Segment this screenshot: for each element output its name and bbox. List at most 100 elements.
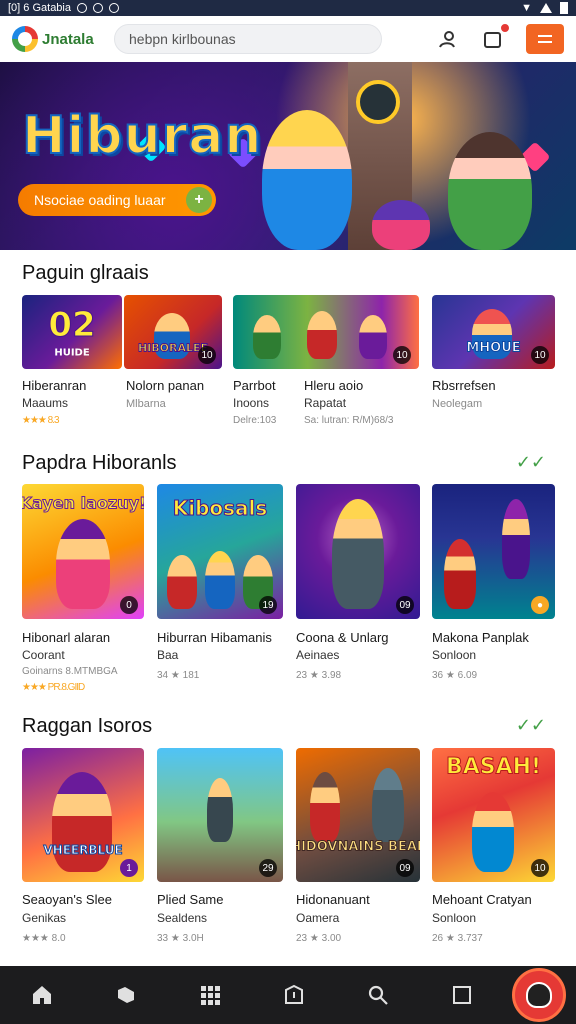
game-meta: 23 ★ 3.98 <box>296 670 342 681</box>
game-thumbnail[interactable]: VHEERBLUE 1 <box>22 748 144 882</box>
app-header: Jnatala hebpn kirlbounas <box>0 16 576 62</box>
game-meta: 23 ★ 3.00 <box>296 933 342 944</box>
game-subtitle: Sonloon <box>432 648 477 662</box>
header-actions <box>434 23 564 54</box>
game-title[interactable]: Rbsrrefsen <box>432 378 496 393</box>
status-bar: [0] 6 Gatabia ▼ <box>0 0 576 16</box>
game-thumbnail[interactable]: Kibosals 19 <box>157 484 283 619</box>
nav-tags[interactable] <box>84 966 168 1024</box>
status-left: [0] 6 Gatabia <box>8 2 119 14</box>
guitar-hero-character <box>262 110 352 250</box>
game-thumbnail[interactable]: HIBORALEE 10 <box>124 295 222 369</box>
thumb-art-text: 02 <box>48 304 96 345</box>
game-thumbnail[interactable]: 10 <box>233 295 419 369</box>
game-thumbnail[interactable]: BASAH! 10 <box>432 748 555 882</box>
game-subtitle: Neolegam <box>432 398 483 410</box>
game-meta: ★★★ 8.0 <box>22 933 66 944</box>
game-thumbnail[interactable]: 09 <box>296 484 420 619</box>
game-title[interactable]: Coona & Unlarg <box>296 630 389 645</box>
character-art <box>472 792 514 872</box>
square-icon <box>453 986 471 1004</box>
game-subtitle: Rapatat <box>304 396 347 410</box>
logo-icon <box>12 26 38 52</box>
game-subtitle: Maaums <box>22 396 69 410</box>
search-placeholder: hebpn kirlbounas <box>129 31 236 47</box>
thumb-badge: 19 <box>259 596 277 614</box>
character-art <box>502 499 530 579</box>
status-text: [0] 6 Gatabia <box>8 2 71 14</box>
nav-shield[interactable] <box>252 966 336 1024</box>
search-icon <box>368 985 388 1005</box>
shield-icon <box>285 984 303 1004</box>
hero-banner[interactable]: Hiburan Nsociae oading luaar + <box>0 62 576 250</box>
game-title[interactable]: Hiburran Hibamanis <box>157 630 272 645</box>
game-subtitle: Sealdens <box>157 911 208 925</box>
plus-icon: + <box>186 187 212 213</box>
character-art <box>52 772 112 872</box>
notifications-button[interactable] <box>480 23 510 52</box>
nav-grid[interactable] <box>168 966 252 1024</box>
character-art <box>205 551 235 609</box>
hero-cta[interactable]: Nsociae oading luaar + <box>18 184 216 216</box>
thumb-art-text: MHOUE <box>466 340 521 356</box>
check-icon[interactable]: ✓✓ <box>516 715 546 736</box>
notification-badge <box>500 23 510 33</box>
status-icon-2 <box>93 3 103 13</box>
thumb-badge: 10 <box>393 346 411 364</box>
game-title[interactable]: Hidonanuant <box>296 892 370 907</box>
check-icon[interactable]: ✓✓ <box>516 452 546 473</box>
character-art <box>359 315 387 359</box>
game-title[interactable]: Mehoant Cratyan <box>432 892 532 907</box>
nav-search[interactable] <box>336 966 420 1024</box>
game-title[interactable]: Hleru aoio <box>304 378 363 393</box>
menu-icon-bar <box>538 35 552 37</box>
character-art <box>310 772 340 842</box>
nav-recent[interactable] <box>420 966 504 1024</box>
thumb-art-text: HUIDE <box>54 347 90 359</box>
game-thumbnail[interactable]: Kayen laozuy! 0 <box>22 484 144 619</box>
game-thumbnail[interactable]: 02 HUIDE <box>22 295 122 369</box>
game-title[interactable]: Plied Same <box>157 892 223 907</box>
clock-art <box>356 80 400 124</box>
user-button[interactable] <box>434 26 460 52</box>
character-art <box>372 768 404 842</box>
avatar-icon <box>526 982 552 1008</box>
section-title: Paguin glraais <box>22 262 149 284</box>
menu-button[interactable] <box>526 24 564 54</box>
thumb-art-text: Kibosals <box>172 496 268 521</box>
game-subtitle: Mlbarna <box>126 398 166 410</box>
adventurer-character <box>448 132 532 250</box>
thumb-badge: 10 <box>531 859 549 877</box>
thumb-badge: 0 <box>120 596 138 614</box>
game-title[interactable]: Nolorn panan <box>126 378 204 393</box>
grid-icon <box>201 986 220 1005</box>
game-title[interactable]: Parrbot <box>233 378 276 393</box>
game-meta: 34 ★ 181 <box>157 670 200 681</box>
game-title[interactable]: Hiberanran <box>22 378 86 393</box>
status-icon-1 <box>77 3 87 13</box>
game-title[interactable]: Hibonarl alaran <box>22 630 110 645</box>
nav-home[interactable] <box>0 966 84 1024</box>
character-art <box>207 778 233 842</box>
character-art <box>307 311 337 359</box>
wifi-icon: ▼ <box>521 2 532 14</box>
game-thumbnail[interactable]: 29 <box>157 748 283 882</box>
game-thumbnail[interactable]: MHOUE 10 <box>432 295 555 369</box>
user-icon <box>439 31 455 48</box>
profile-button[interactable] <box>512 968 566 1022</box>
game-subtitle: Sonloon <box>432 911 477 925</box>
search-input[interactable]: hebpn kirlbounas <box>114 24 382 54</box>
game-subtitle: Coorant <box>22 648 65 662</box>
game-thumbnail[interactable]: HIDOVNAINS BEAE 09 <box>296 748 420 882</box>
hero-title: Hiburan <box>21 105 263 167</box>
app-logo[interactable]: Jnatala <box>12 26 108 52</box>
tag-icon <box>118 987 134 1003</box>
play-badge-icon: ● <box>531 596 549 614</box>
game-title[interactable]: Seaoyan's Slee <box>22 892 112 907</box>
girl-character <box>372 200 430 250</box>
game-title[interactable]: Makona Panplak <box>432 630 529 645</box>
character-art <box>56 519 110 609</box>
hero-cta-label: Nsociae oading luaar <box>34 192 166 208</box>
game-thumbnail[interactable]: ● <box>432 484 555 619</box>
thumb-art-text: VHEERBLUE <box>43 842 123 857</box>
